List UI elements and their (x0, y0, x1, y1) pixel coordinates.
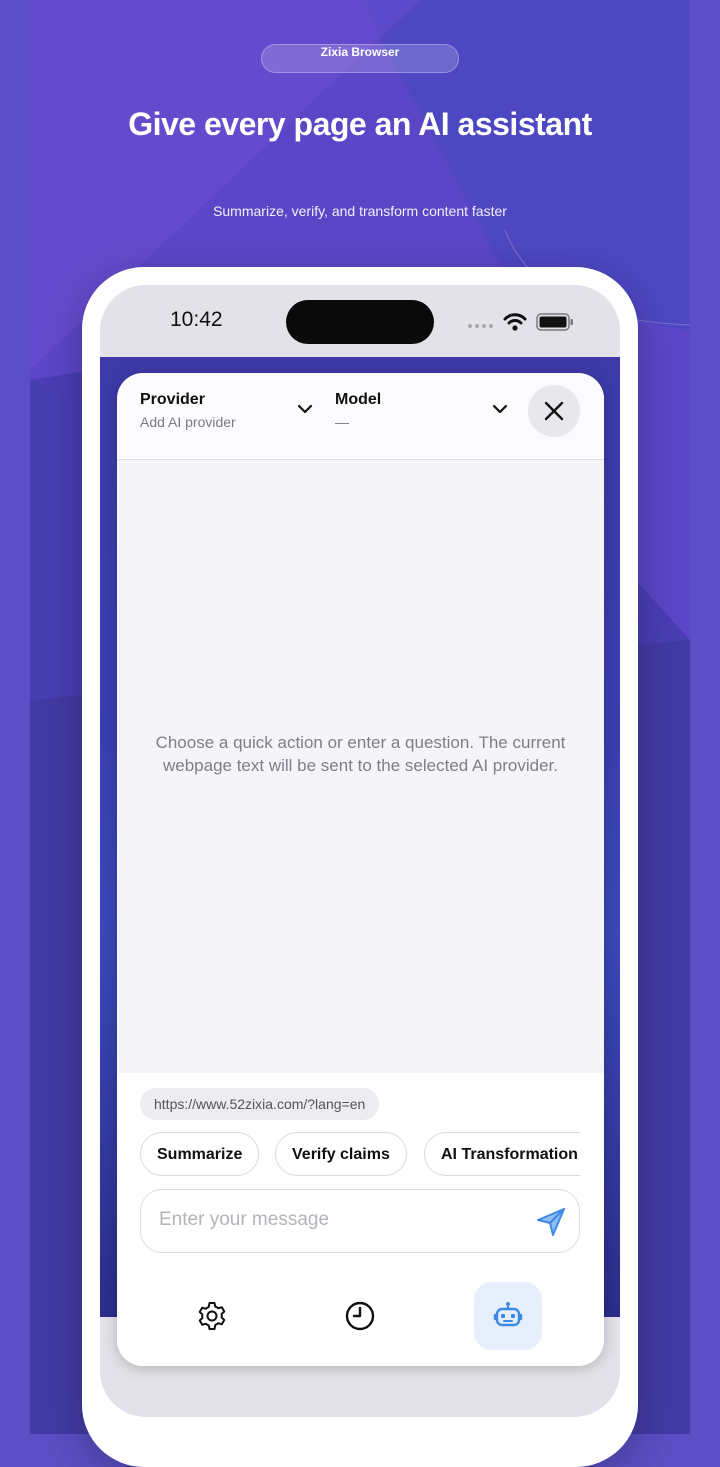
gear-icon (198, 1302, 226, 1330)
quick-action-verify-claims[interactable]: Verify claims (275, 1132, 407, 1176)
status-bar: 10:42 (100, 285, 620, 357)
app-badge-label: Zixia Browser (320, 45, 400, 59)
status-time: 10:42 (170, 308, 223, 331)
chevron-down-icon (297, 404, 313, 414)
ai-assistant-sheet: Provider Add AI provider Model — Choose … (117, 373, 604, 1366)
message-input[interactable] (157, 1208, 521, 1232)
provider-value: Add AI provider (140, 414, 236, 430)
tab-ai-assistant[interactable] (474, 1282, 542, 1350)
phone-frame: 10:42 Provider Add AI provider Model — C… (82, 267, 638, 1467)
tab-settings[interactable] (178, 1282, 246, 1350)
close-icon (544, 401, 564, 421)
composer-panel: https://www.52zixia.com/?lang=en Summari… (117, 1073, 604, 1366)
model-label: Model (335, 391, 382, 408)
quick-action-ai-transformation[interactable]: AI Transformation (424, 1132, 580, 1176)
provider-label: Provider (140, 391, 205, 408)
chevron-down-icon (492, 404, 508, 414)
message-box (140, 1189, 580, 1253)
model-value: — (335, 414, 349, 430)
clock-icon (345, 1301, 375, 1331)
empty-state-message: Choose a quick action or enter a questio… (155, 733, 566, 775)
close-button[interactable] (528, 385, 580, 437)
promo-subheadline: Summarize, verify, and transform content… (213, 203, 507, 219)
wifi-icon (503, 313, 527, 331)
assistant-header: Provider Add AI provider Model — (117, 373, 604, 460)
send-icon[interactable] (535, 1206, 567, 1238)
robot-icon (493, 1302, 523, 1327)
tab-history[interactable] (326, 1282, 394, 1350)
dynamic-island (286, 300, 434, 344)
app-badge: Zixia Browser (261, 44, 459, 73)
quick-action-summarize[interactable]: Summarize (140, 1132, 260, 1176)
phone-screen: 10:42 Provider Add AI provider Model — C… (100, 285, 620, 1417)
quick-actions-row: Summarize Verify claims AI Transformatio… (117, 1073, 580, 1193)
cellular-signal-icon (468, 324, 493, 328)
battery-icon (536, 313, 573, 331)
promo-headline: Give every page an AI assistant (128, 106, 592, 142)
